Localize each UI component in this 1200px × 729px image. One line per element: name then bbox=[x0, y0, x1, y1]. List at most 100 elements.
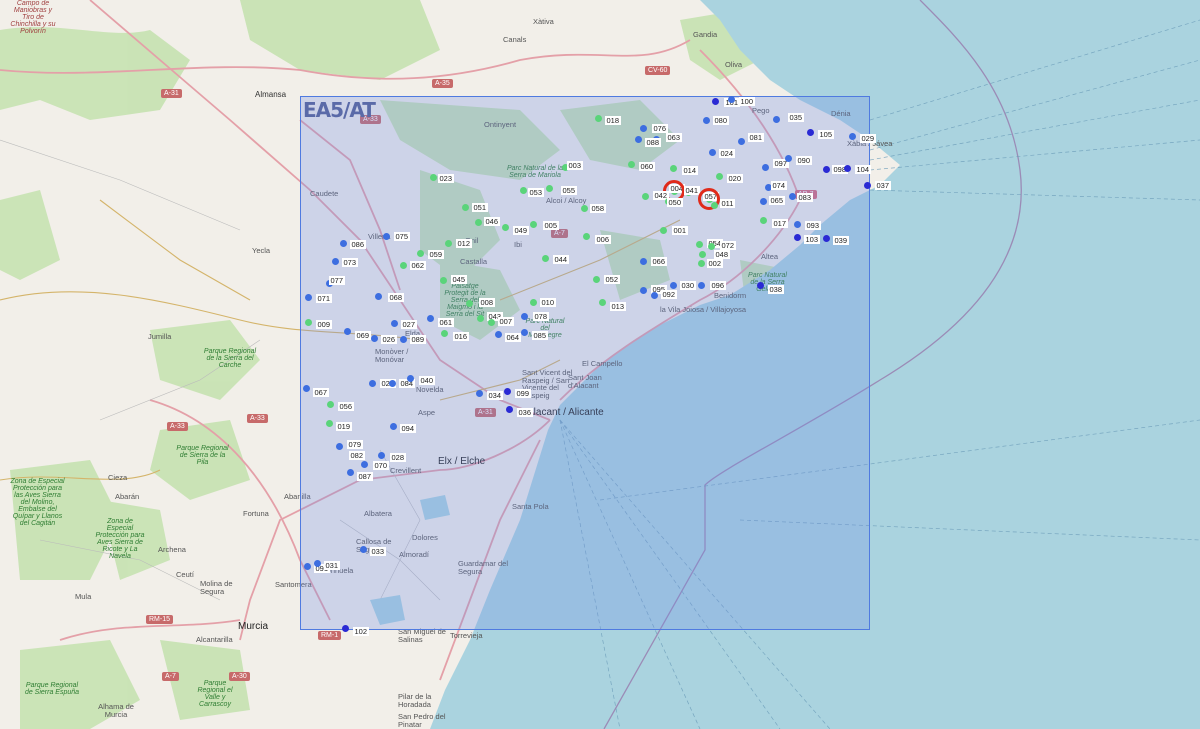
station-marker[interactable] bbox=[388, 379, 396, 387]
station-marker[interactable] bbox=[669, 281, 677, 289]
station-marker[interactable] bbox=[346, 468, 354, 476]
station-marker[interactable] bbox=[439, 276, 447, 284]
station-label[interactable]: 040 bbox=[419, 376, 435, 385]
station-marker[interactable] bbox=[541, 254, 549, 262]
station-label[interactable]: 006 bbox=[595, 235, 611, 244]
station-label[interactable]: 060 bbox=[639, 162, 655, 171]
station-label[interactable]: 018 bbox=[605, 116, 621, 125]
station-marker[interactable] bbox=[697, 281, 705, 289]
station-label[interactable]: 011 bbox=[720, 199, 735, 208]
station-marker[interactable] bbox=[505, 405, 513, 413]
station-label[interactable]: 041 bbox=[684, 186, 700, 195]
station-marker[interactable] bbox=[331, 257, 339, 265]
station-marker[interactable] bbox=[377, 451, 385, 459]
station-label[interactable]: 002 bbox=[707, 259, 723, 268]
station-label[interactable]: 035 bbox=[788, 113, 804, 122]
station-label[interactable]: 030 bbox=[680, 281, 696, 290]
station-marker[interactable] bbox=[520, 312, 528, 320]
station-marker[interactable] bbox=[708, 148, 716, 156]
station-marker[interactable] bbox=[843, 164, 851, 172]
station-label[interactable]: 053 bbox=[528, 188, 544, 197]
station-marker[interactable] bbox=[343, 327, 351, 335]
station-marker[interactable] bbox=[313, 559, 321, 567]
station-label[interactable]: 085 bbox=[532, 331, 548, 340]
station-label[interactable]: 008 bbox=[479, 298, 495, 307]
station-marker[interactable] bbox=[759, 216, 767, 224]
station-marker[interactable] bbox=[501, 223, 509, 231]
station-label[interactable]: 039 bbox=[833, 236, 849, 245]
station-marker[interactable] bbox=[370, 334, 378, 342]
station-marker[interactable] bbox=[465, 299, 473, 307]
station-label[interactable]: 067 bbox=[313, 388, 329, 397]
station-marker[interactable] bbox=[389, 422, 397, 430]
station-marker[interactable] bbox=[806, 128, 814, 136]
station-marker[interactable] bbox=[822, 234, 830, 242]
station-marker[interactable] bbox=[429, 173, 437, 181]
station-marker[interactable] bbox=[863, 181, 871, 189]
station-label[interactable]: 036 bbox=[517, 408, 533, 417]
station-marker[interactable] bbox=[659, 226, 667, 234]
station-label[interactable]: 059 bbox=[428, 250, 444, 259]
station-label[interactable]: 055 bbox=[561, 186, 577, 195]
station-label[interactable]: 104 bbox=[855, 165, 871, 174]
map-canvas[interactable]: Campo de Maniobras y Tiro de Chinchilla … bbox=[0, 0, 1200, 729]
station-label[interactable]: 020 bbox=[727, 174, 743, 183]
station-marker[interactable] bbox=[529, 220, 537, 228]
station-marker[interactable] bbox=[341, 624, 349, 632]
station-marker[interactable] bbox=[711, 97, 719, 105]
station-label[interactable]: 037 bbox=[875, 181, 891, 190]
station-label[interactable]: 065 bbox=[769, 196, 785, 205]
station-label[interactable]: 087 bbox=[357, 472, 373, 481]
station-label[interactable]: 005 bbox=[543, 221, 559, 230]
station-label[interactable]: 063 bbox=[666, 133, 682, 142]
station-marker[interactable] bbox=[793, 233, 801, 241]
station-marker[interactable] bbox=[325, 419, 333, 427]
station-label[interactable]: 092 bbox=[661, 290, 677, 299]
station-marker[interactable] bbox=[494, 330, 502, 338]
station-label[interactable]: 023 bbox=[438, 174, 454, 183]
station-label[interactable]: 094 bbox=[400, 424, 416, 433]
station-label[interactable]: 072 bbox=[720, 241, 736, 250]
station-marker[interactable] bbox=[698, 250, 706, 258]
station-label[interactable]: 071 bbox=[316, 294, 332, 303]
station-marker[interactable] bbox=[710, 201, 718, 209]
station-label[interactable]: 026 bbox=[381, 335, 397, 344]
station-marker[interactable] bbox=[594, 114, 602, 122]
station-marker[interactable] bbox=[303, 562, 311, 570]
station-label[interactable]: 078 bbox=[533, 312, 549, 321]
station-label[interactable]: 070 bbox=[373, 461, 389, 470]
station-label[interactable]: 038 bbox=[768, 285, 784, 294]
station-label[interactable]: 001 bbox=[672, 226, 688, 235]
station-label[interactable]: 093 bbox=[805, 221, 821, 230]
station-label[interactable]: 079 bbox=[347, 440, 363, 449]
station-marker[interactable] bbox=[788, 192, 796, 200]
station-marker[interactable] bbox=[545, 184, 553, 192]
station-label[interactable]: 017 bbox=[772, 219, 788, 228]
station-label[interactable]: 102 bbox=[353, 627, 369, 636]
station-marker[interactable] bbox=[715, 172, 723, 180]
station-label[interactable]: 003 bbox=[567, 161, 583, 170]
station-label[interactable]: 019 bbox=[336, 422, 352, 431]
station-marker[interactable] bbox=[399, 335, 407, 343]
station-label[interactable]: 096 bbox=[710, 281, 726, 290]
station-label[interactable]: 029 bbox=[860, 134, 876, 143]
station-marker[interactable] bbox=[359, 545, 367, 553]
station-label[interactable]: 100 bbox=[739, 97, 755, 106]
station-label[interactable]: 049 bbox=[513, 226, 529, 235]
station-label[interactable]: 088 bbox=[645, 138, 661, 147]
station-label[interactable]: 076 bbox=[652, 124, 668, 133]
station-label[interactable]: 064 bbox=[505, 333, 521, 342]
station-label[interactable]: 080 bbox=[713, 116, 729, 125]
station-marker[interactable] bbox=[707, 242, 715, 250]
station-label[interactable]: 075 bbox=[394, 232, 410, 241]
station-marker[interactable] bbox=[475, 389, 483, 397]
station-label[interactable]: 077 bbox=[329, 276, 345, 285]
station-label[interactable]: 044 bbox=[553, 255, 569, 264]
station-label[interactable]: 074 bbox=[771, 181, 787, 190]
station-label[interactable]: 046 bbox=[484, 217, 500, 226]
station-label[interactable]: 089 bbox=[410, 335, 426, 344]
station-marker[interactable] bbox=[426, 314, 434, 322]
station-label[interactable]: 103 bbox=[804, 235, 820, 244]
station-marker[interactable] bbox=[784, 154, 792, 162]
station-marker[interactable] bbox=[474, 218, 482, 226]
